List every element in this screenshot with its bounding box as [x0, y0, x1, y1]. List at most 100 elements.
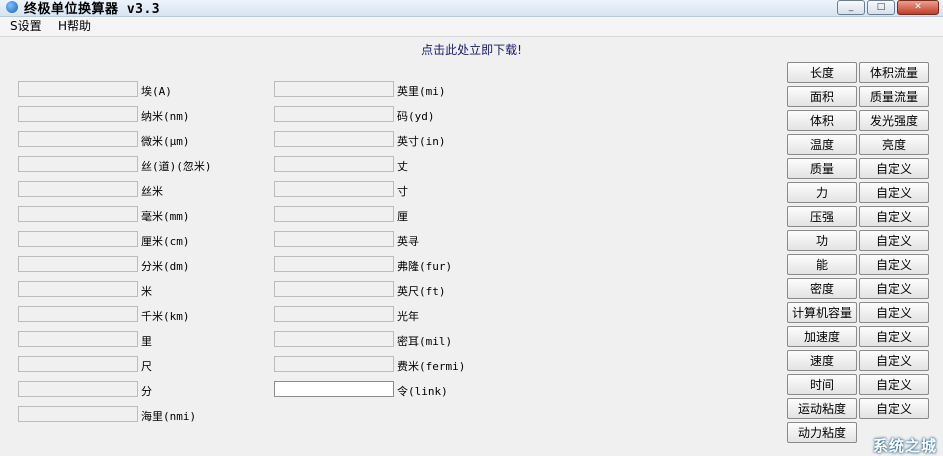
unit-label: 微米(μm): [141, 135, 190, 148]
unit-value-input[interactable]: [274, 156, 394, 172]
unit-label: 英寻: [397, 235, 419, 248]
unit-value-input[interactable]: [274, 206, 394, 222]
category-button[interactable]: 加速度: [787, 326, 857, 347]
app-icon: [6, 1, 18, 13]
unit-label: 厘米(cm): [141, 235, 190, 248]
unit-row: 埃(A): [18, 81, 281, 99]
unit-label: 毫米(mm): [141, 210, 190, 223]
unit-label: 丝(道)(忽米): [141, 160, 212, 173]
category-button[interactable]: 密度: [787, 278, 857, 299]
unit-value-input[interactable]: [18, 181, 138, 197]
minimize-button[interactable]: _: [837, 0, 865, 15]
unit-label: 费米(fermi): [397, 360, 466, 373]
unit-row: 丝米: [18, 181, 281, 199]
unit-value-input[interactable]: [18, 131, 138, 147]
unit-label: 尺: [141, 360, 152, 373]
unit-value-input[interactable]: [274, 131, 394, 147]
category-button[interactable]: 力: [787, 182, 857, 203]
category-button[interactable]: 自定义: [859, 254, 929, 275]
unit-row: 厘: [274, 206, 537, 224]
unit-row: 微米(μm): [18, 131, 281, 149]
unit-value-input[interactable]: [274, 381, 394, 397]
unit-row: 光年: [274, 306, 537, 324]
unit-row: 英寸(in): [274, 131, 537, 149]
unit-value-input[interactable]: [18, 256, 138, 272]
category-button[interactable]: 功: [787, 230, 857, 251]
category-button[interactable]: 时间: [787, 374, 857, 395]
category-button[interactable]: 亮度: [859, 134, 929, 155]
menu-help[interactable]: H帮助: [58, 17, 91, 36]
menu-settings[interactable]: S设置: [10, 17, 42, 36]
category-button[interactable]: 温度: [787, 134, 857, 155]
close-button[interactable]: ✕: [897, 0, 939, 15]
category-button[interactable]: 压强: [787, 206, 857, 227]
category-button[interactable]: 质量流量: [859, 86, 929, 107]
category-button[interactable]: 发光强度: [859, 110, 929, 131]
unit-row: 码(yd): [274, 106, 537, 124]
unit-row: 密耳(mil): [274, 331, 537, 349]
unit-value-input[interactable]: [18, 156, 138, 172]
unit-row: 丝(道)(忽米): [18, 156, 281, 174]
unit-value-input[interactable]: [18, 331, 138, 347]
category-button[interactable]: 体积流量: [859, 62, 929, 83]
category-button[interactable]: 自定义: [859, 182, 929, 203]
unit-value-input[interactable]: [274, 181, 394, 197]
unit-value-input[interactable]: [18, 231, 138, 247]
category-button[interactable]: 计算机容量: [787, 302, 857, 323]
unit-value-input[interactable]: [274, 331, 394, 347]
unit-row: 海里(nmi): [18, 406, 281, 424]
unit-row: 英寻: [274, 231, 537, 249]
unit-value-input[interactable]: [274, 281, 394, 297]
unit-label: 丝米: [141, 185, 163, 198]
unit-row: 里: [18, 331, 281, 349]
unit-value-input[interactable]: [274, 106, 394, 122]
unit-label: 光年: [397, 310, 419, 323]
unit-row: 分: [18, 381, 281, 399]
category-button[interactable]: 面积: [787, 86, 857, 107]
unit-value-input[interactable]: [18, 81, 138, 97]
unit-value-input[interactable]: [18, 281, 138, 297]
category-button[interactable]: 体积: [787, 110, 857, 131]
unit-row: 尺: [18, 356, 281, 374]
unit-row: 英尺(ft): [274, 281, 537, 299]
unit-label: 英里(mi): [397, 85, 446, 98]
unit-label: 码(yd): [397, 110, 435, 123]
category-button[interactable]: 自定义: [859, 278, 929, 299]
category-button[interactable]: 运动粘度: [787, 398, 857, 419]
download-link[interactable]: 点击此处立即下载!: [0, 41, 943, 58]
unit-row: 费米(fermi): [274, 356, 537, 374]
unit-value-input[interactable]: [274, 231, 394, 247]
category-button[interactable]: 长度: [787, 62, 857, 83]
menu-bar: S设置 H帮助: [0, 17, 943, 37]
category-button[interactable]: 自定义: [859, 302, 929, 323]
category-button[interactable]: 自定义: [859, 326, 929, 347]
category-button[interactable]: 自定义: [859, 350, 929, 371]
title-bar: 终极单位换算器 v3.3 _ □ ✕: [0, 0, 943, 17]
category-button[interactable]: 自定义: [859, 398, 929, 419]
category-button[interactable]: 自定义: [859, 374, 929, 395]
unit-label: 密耳(mil): [397, 335, 453, 348]
unit-value-input[interactable]: [18, 206, 138, 222]
unit-value-input[interactable]: [274, 256, 394, 272]
unit-label: 令(link): [397, 385, 448, 398]
category-button[interactable]: 自定义: [859, 158, 929, 179]
category-button[interactable]: 自定义: [859, 206, 929, 227]
unit-value-input[interactable]: [274, 306, 394, 322]
unit-label: 厘: [397, 210, 408, 223]
unit-value-input[interactable]: [18, 406, 138, 422]
unit-value-input[interactable]: [18, 356, 138, 372]
unit-value-input[interactable]: [274, 356, 394, 372]
unit-value-input[interactable]: [18, 106, 138, 122]
unit-value-input[interactable]: [18, 381, 138, 397]
window-controls: _ □ ✕: [837, 0, 939, 15]
maximize-button[interactable]: □: [867, 0, 895, 15]
category-button[interactable]: 能: [787, 254, 857, 275]
category-button[interactable]: 自定义: [859, 230, 929, 251]
unit-label: 寸: [397, 185, 408, 198]
unit-value-input[interactable]: [18, 306, 138, 322]
unit-label: 弗隆(fur): [397, 260, 453, 273]
category-button[interactable]: 速度: [787, 350, 857, 371]
unit-value-input[interactable]: [274, 81, 394, 97]
category-button[interactable]: 质量: [787, 158, 857, 179]
category-button[interactable]: 动力粘度: [787, 422, 857, 443]
